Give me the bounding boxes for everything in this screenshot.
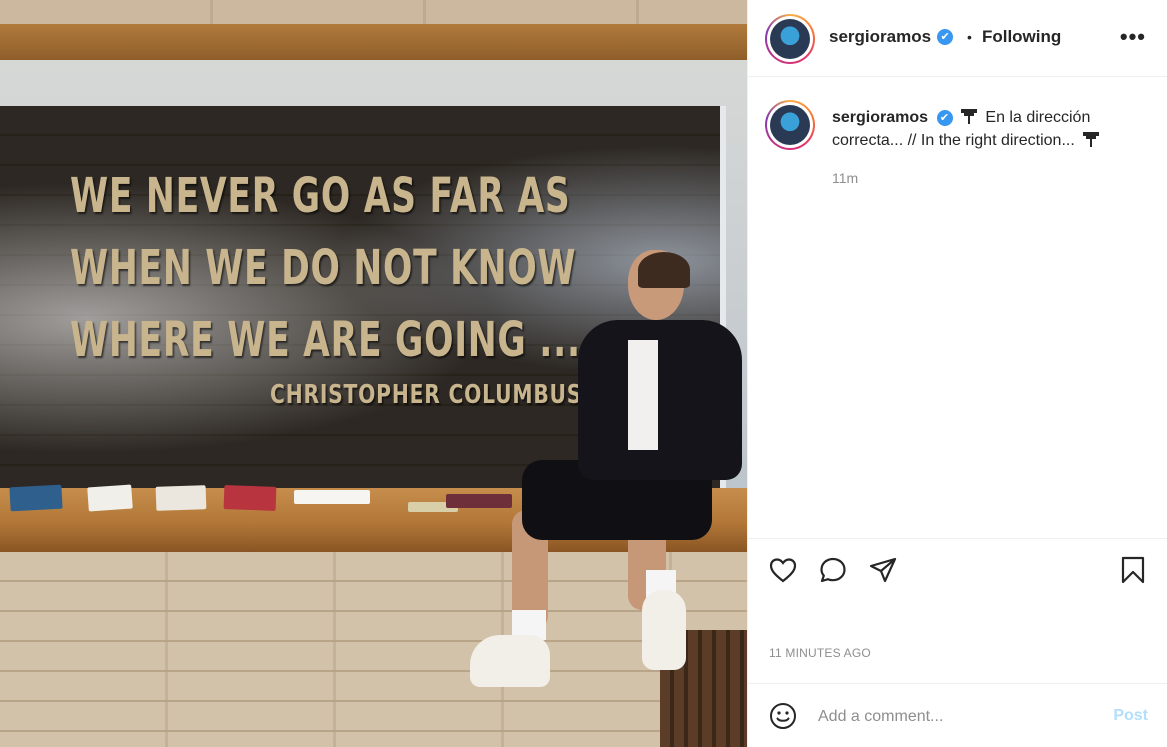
header-user: sergioramos ✔ • Following [829,27,1061,47]
book [155,485,207,511]
verified-badge-icon: ✔ [937,29,954,45]
book [9,484,63,512]
jacket [578,320,742,480]
book [87,484,133,512]
post-comment-button[interactable]: Post [1113,707,1148,725]
more-options-icon[interactable]: ••• [1120,24,1146,50]
comment-input[interactable] [818,704,1088,730]
paper-plane-icon[interactable] [868,555,898,585]
emoji-icon[interactable] [768,701,798,731]
story-ring[interactable] [765,100,815,150]
road-sign-emoji-icon [960,109,977,124]
action-bar [748,538,1167,602]
upper-wood-beam [0,24,747,60]
bookmark-icon[interactable] [1118,555,1148,585]
caption-time[interactable]: 11m [832,170,858,186]
hair [638,252,690,288]
following-button[interactable]: Following [982,27,1061,47]
avatar [770,105,810,145]
comment-icon[interactable] [818,555,848,585]
post-timestamp[interactable]: 11 MINUTES AGO [769,646,871,660]
seated-person [460,250,747,710]
caption-text: sergioramos ✔ En la dirección correcta..… [832,106,1152,152]
avatar [770,19,810,59]
separator-dot: • [967,29,972,45]
post-header: sergioramos ✔ • Following ••• [748,0,1167,77]
username-link[interactable]: sergioramos [829,27,931,47]
sneaker [642,590,686,670]
book [223,485,277,511]
book [294,490,370,504]
caption-username-link[interactable]: sergioramos [832,109,928,126]
sneaker [470,635,550,687]
t-shirt [628,340,658,450]
quote-line: WHEN WE DO NOT KNOW [70,240,577,296]
heart-icon[interactable] [768,555,798,585]
quote-line: WHERE WE ARE GOING ... [70,312,581,368]
road-sign-emoji-icon [1083,132,1100,147]
story-ring[interactable] [765,14,815,64]
comment-bar: Post [748,683,1167,747]
quote-line: WE NEVER GO AS FAR AS [70,168,571,224]
verified-badge-icon: ✔ [936,109,953,126]
post-photo[interactable]: WE NEVER GO AS FAR AS WHEN WE DO NOT KNO… [0,0,747,747]
post-side-panel: sergioramos ✔ • Following ••• sergioramo… [747,0,1167,747]
